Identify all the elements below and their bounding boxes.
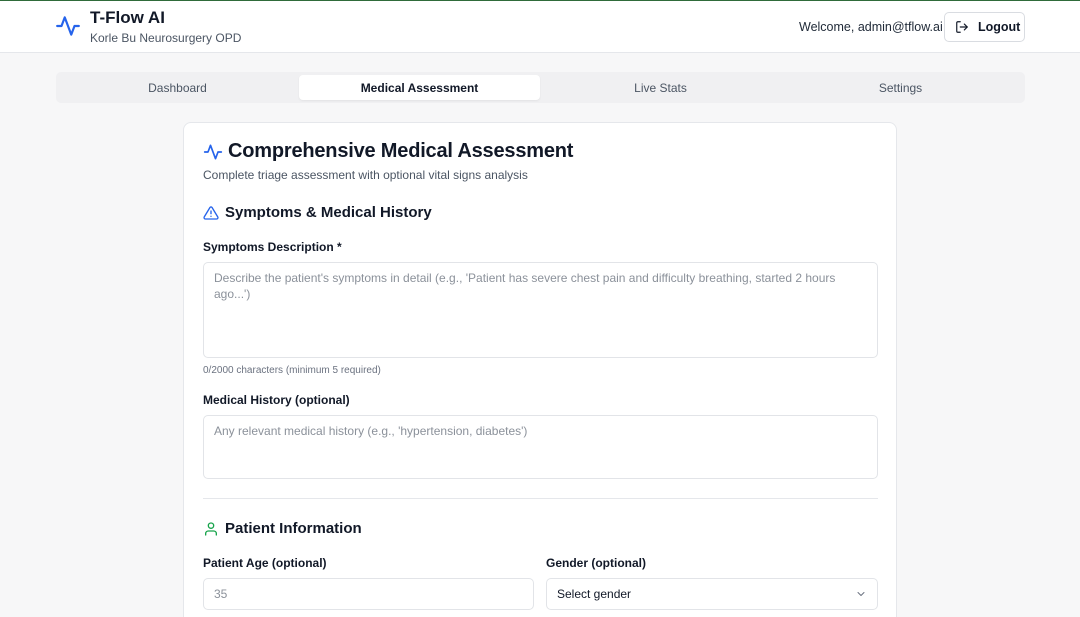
app-subtitle: Korle Bu Neurosurgery OPD: [90, 31, 242, 45]
symptoms-char-counter: 0/2000 characters (minimum 5 required): [203, 365, 381, 376]
gender-label: Gender (optional): [546, 556, 646, 570]
user-icon: [205, 522, 217, 536]
tab-live-stats[interactable]: Live Stats: [540, 75, 781, 100]
tab-medical-assessment[interactable]: Medical Assessment: [299, 75, 540, 100]
symptoms-section-title: Symptoms & Medical History: [225, 204, 432, 221]
gender-select[interactable]: Select gender: [546, 578, 878, 610]
welcome-text: Welcome, admin@tflow.ai: [799, 20, 943, 34]
logout-label: Logout: [978, 20, 1021, 34]
chevron-down-icon: [857, 592, 865, 596]
app-title: T-Flow AI: [90, 8, 165, 27]
main-tabs: Dashboard Medical Assessment Live Stats …: [56, 72, 1025, 103]
assessment-card: Comprehensive Medical Assessment Complet…: [183, 122, 897, 617]
tab-settings[interactable]: Settings: [780, 75, 1021, 100]
page-title: Comprehensive Medical Assessment: [228, 140, 574, 162]
logout-button[interactable]: Logout: [944, 12, 1025, 42]
medical-history-label: Medical History (optional): [203, 393, 350, 407]
patient-age-label: Patient Age (optional): [203, 556, 327, 570]
symptoms-label: Symptoms Description *: [203, 240, 342, 254]
activity-pulse-icon: [56, 16, 80, 36]
patient-section-title: Patient Information: [225, 520, 362, 537]
logout-icon: [956, 21, 968, 33]
gender-select-value: Select gender: [557, 587, 632, 601]
symptoms-textarea[interactable]: [203, 262, 878, 358]
patient-age-input[interactable]: [203, 578, 534, 610]
medical-history-textarea[interactable]: [203, 415, 878, 479]
tab-dashboard[interactable]: Dashboard: [57, 75, 298, 100]
page-subtitle: Complete triage assessment with optional…: [203, 168, 528, 182]
app-header: T-Flow AI Korle Bu Neurosurgery OPD Welc…: [0, 1, 1080, 53]
section-divider: [203, 498, 878, 499]
activity-pulse-icon: [203, 144, 223, 160]
alert-triangle-icon: [203, 206, 219, 220]
